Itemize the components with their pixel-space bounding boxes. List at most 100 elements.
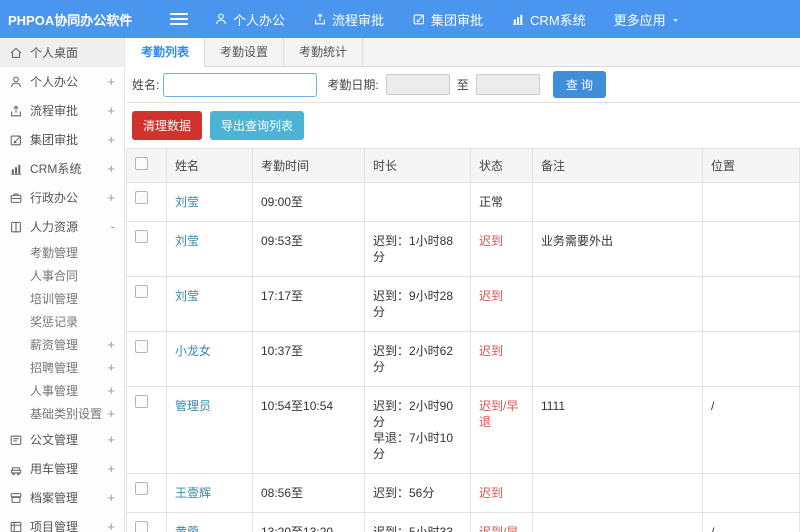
edit-icon	[412, 12, 426, 26]
attendance-table: 姓名 考勤时间 时长 状态 备注 位置 刘莹 09:00至 正常 刘莹 09:53至 迟到：1小时8…	[126, 148, 800, 532]
nav-item-label: 更多应用	[613, 12, 666, 28]
query-button[interactable]: 查 询	[552, 71, 607, 98]
sidebar-item-label: 项目管理	[30, 520, 79, 532]
table-actions: 清理数据 导出查询列表	[126, 103, 800, 148]
expander-icon: +	[107, 461, 115, 476]
expander-icon: +	[107, 132, 115, 147]
row-checkbox[interactable]	[135, 285, 148, 298]
attendance-date-label: 考勤日期:	[327, 78, 379, 92]
nav-item-workflow-approval[interactable]: 流程审批	[313, 10, 384, 29]
sidebar-subitem-label: 奖惩记录	[30, 315, 79, 329]
sidebar-item-document-mgmt[interactable]: 公文管理 +	[0, 425, 124, 454]
col-location: 位置	[702, 148, 800, 183]
employee-name-link[interactable]: 刘莹	[175, 195, 199, 209]
sidebar-item-personal-desktop[interactable]: 个人桌面	[0, 38, 124, 67]
table-header-row: 姓名 考勤时间 时长 状态 备注 位置	[126, 148, 800, 183]
col-attendance-time: 考勤时间	[252, 148, 365, 183]
row-checkbox[interactable]	[135, 395, 148, 408]
row-checkbox-cell	[126, 473, 167, 513]
nav-item-group-approval[interactable]: 集团审批	[412, 10, 483, 29]
name-label: 姓名:	[132, 78, 160, 92]
row-checkbox-cell	[126, 331, 167, 387]
cell-duration: 迟到：9小时28分	[364, 276, 471, 332]
sidebar-item-admin-office[interactable]: 行政办公 +	[0, 183, 124, 212]
sidebar-subitem-reward-records[interactable]: 奖惩记录	[0, 310, 124, 333]
sidebar-item-human-resources[interactable]: 人力资源 -	[0, 212, 124, 241]
tab-attendance-settings[interactable]: 考勤设置	[205, 38, 285, 66]
row-checkbox[interactable]	[135, 482, 148, 495]
nav-item-crm-system[interactable]: CRM系统	[511, 10, 586, 29]
row-checkbox[interactable]	[135, 340, 148, 353]
sidebar-item-crm-system[interactable]: CRM系统 +	[0, 154, 124, 183]
select-all-checkbox[interactable]	[135, 157, 148, 170]
col-remark: 备注	[532, 148, 703, 183]
main-content: 考勤列表 考勤设置 考勤统计 姓名: 考勤日期: 至 查 询 清理数据 导出查询…	[126, 38, 800, 532]
archive-icon	[9, 491, 23, 505]
sidebar-item-label: 个人办公	[30, 75, 79, 89]
project-icon	[9, 520, 23, 532]
clean-data-button[interactable]: 清理数据	[132, 111, 203, 140]
sidebar-item-group-approval[interactable]: 集团审批 +	[0, 125, 124, 154]
row-checkbox-cell	[126, 386, 167, 474]
cell-location	[702, 182, 800, 222]
tab-attendance-list[interactable]: 考勤列表	[126, 38, 206, 67]
cell-attendance-time: 13:20至13:20	[252, 512, 365, 532]
row-checkbox-cell	[126, 182, 167, 222]
sidebar-subitem-recruit-mgmt[interactable]: 招聘管理 +	[0, 356, 124, 379]
nav-item-label: 个人办公	[233, 12, 286, 28]
sidebar-subitem-label: 基础类别设置	[30, 407, 103, 421]
expander-icon: +	[107, 103, 115, 118]
sidebar-item-project-mgmt[interactable]: 项目管理 +	[0, 512, 124, 532]
cell-status: 正常	[470, 182, 533, 222]
expander-icon: +	[107, 519, 115, 532]
name-input[interactable]	[163, 72, 318, 97]
sidebar-item-label: 公文管理	[30, 433, 79, 447]
app-logo[interactable]: PHPOA协同办公软件	[0, 10, 132, 29]
export-list-button[interactable]: 导出查询列表	[210, 111, 305, 140]
sidebar-subitem-personnel-mgmt[interactable]: 人事管理 +	[0, 379, 124, 402]
cell-status: 迟到/早退	[470, 512, 533, 532]
nav-item-personal-office[interactable]: 个人办公	[214, 10, 285, 29]
employee-name-link[interactable]: 小龙女	[175, 344, 211, 358]
to-label: 至	[456, 78, 469, 92]
sidebar-item-label: CRM系统	[30, 162, 82, 176]
menu-toggle-icon[interactable]	[170, 10, 188, 28]
edit-icon	[9, 133, 23, 147]
cell-attendance-time: 09:53至	[252, 221, 365, 277]
employee-name-link[interactable]: 管理员	[175, 399, 211, 413]
cell-name: 黄蓉	[166, 512, 253, 532]
sidebar-item-personal-office[interactable]: 个人办公 +	[0, 67, 124, 96]
employee-name-link[interactable]: 刘莹	[175, 289, 199, 303]
row-checkbox-cell	[126, 221, 167, 277]
tab-attendance-stats[interactable]: 考勤统计	[284, 38, 364, 66]
nav-item-more-apps[interactable]: 更多应用	[614, 10, 681, 29]
expander-icon: +	[107, 74, 115, 89]
sidebar-item-vehicle-mgmt[interactable]: 用车管理 +	[0, 454, 124, 483]
employee-name-link[interactable]: 黄蓉	[175, 525, 199, 532]
row-checkbox[interactable]	[135, 191, 148, 204]
employee-name-link[interactable]: 王壹辉	[175, 486, 211, 500]
nav-item-label: 集团审批	[431, 12, 484, 28]
employee-name-link[interactable]: 刘莹	[175, 234, 199, 248]
row-checkbox[interactable]	[135, 230, 148, 243]
sidebar-subitem-base-category-settings[interactable]: 基础类别设置 +	[0, 402, 124, 425]
sidebar-subitem-personnel-contract[interactable]: 人事合同	[0, 264, 124, 287]
expander-icon: +	[107, 432, 115, 447]
date-to-input[interactable]	[475, 74, 540, 95]
sidebar-item-archive-mgmt[interactable]: 档案管理 +	[0, 483, 124, 512]
table-row: 黄蓉 13:20至13:20迟到：5小时33分 早退：4小时67分迟到/早退 /	[126, 512, 800, 532]
col-name: 姓名	[166, 148, 253, 183]
row-checkbox[interactable]	[135, 521, 148, 532]
cell-name: 小龙女	[166, 331, 253, 387]
table-row: 小龙女 10:37至 迟到：2小时62分 迟到	[126, 331, 800, 387]
briefcase-icon	[9, 191, 23, 205]
cell-location	[702, 221, 800, 277]
date-from-input[interactable]	[385, 74, 450, 95]
sidebar-subitem-attendance-mgmt[interactable]: 考勤管理	[0, 241, 124, 264]
document-icon	[9, 433, 23, 447]
sidebar-subitem-label: 培训管理	[30, 292, 79, 306]
sidebar-item-workflow-approval[interactable]: 流程审批 +	[0, 96, 124, 125]
sidebar-subitem-training-mgmt[interactable]: 培训管理	[0, 287, 124, 310]
sidebar-subitem-salary-mgmt[interactable]: 薪资管理 +	[0, 333, 124, 356]
cell-attendance-time: 10:37至	[252, 331, 365, 387]
